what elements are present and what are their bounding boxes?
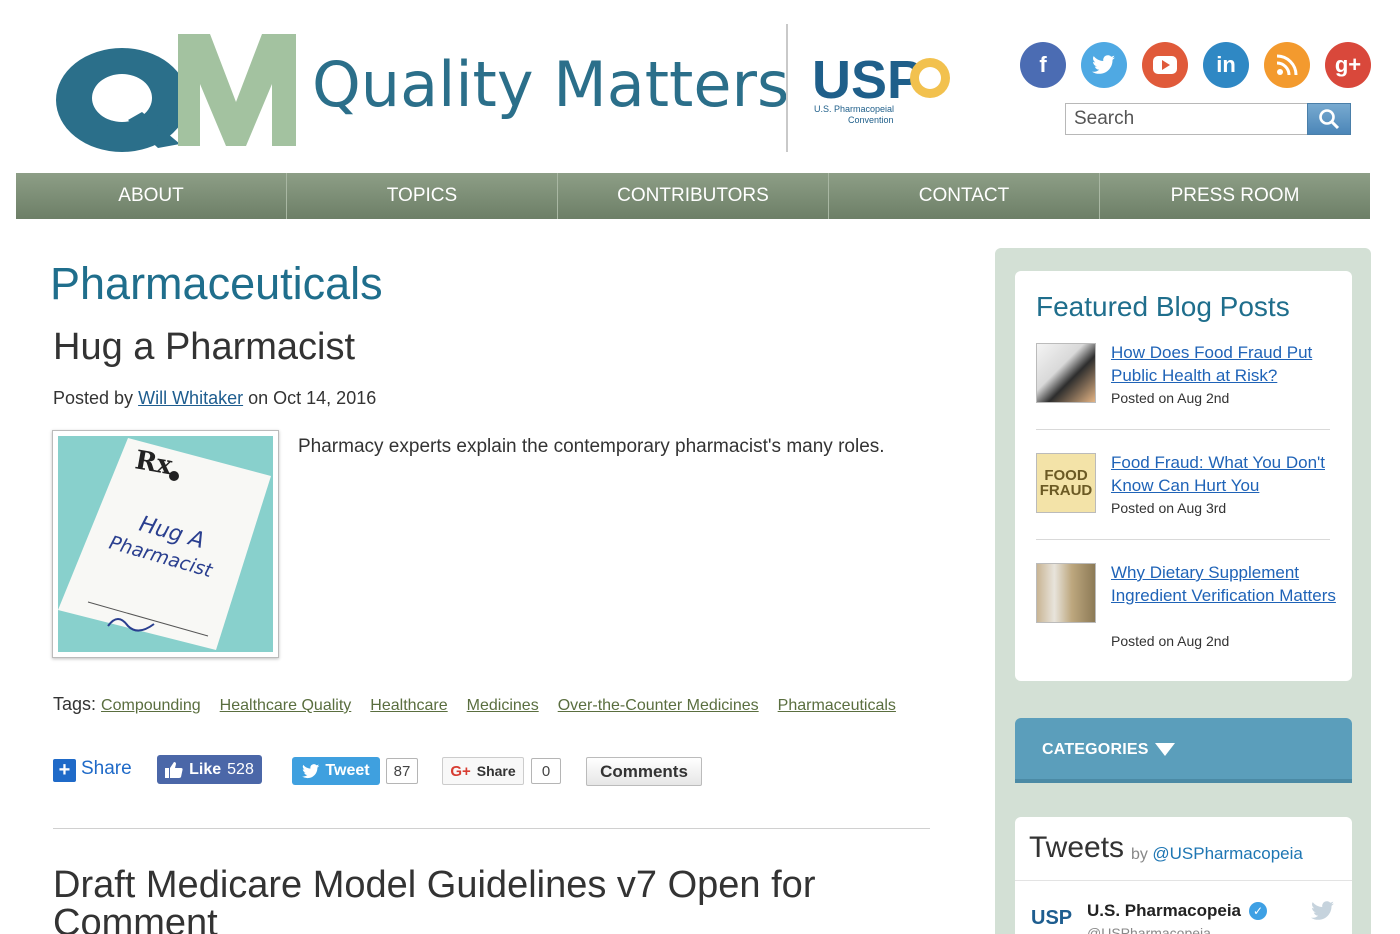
verified-icon: ✓ <box>1249 902 1267 920</box>
tag-link[interactable]: Medicines <box>467 697 539 715</box>
featured-post-link[interactable]: Why Dietary Supplement Ingredient Verifi… <box>1111 561 1336 607</box>
food-fraud-thumb-text-2: FRAUD <box>1039 482 1093 499</box>
tweet-account-name[interactable]: U.S. Pharmacopeia <box>1087 901 1241 921</box>
tweets-handle-link[interactable]: @USPharmacopeia <box>1152 844 1303 863</box>
tag-link[interactable]: Over-the-Counter Medicines <box>558 697 759 715</box>
next-post-title[interactable]: Draft Medicare Model Guidelines v7 Open … <box>53 866 933 934</box>
twitter-icon[interactable] <box>1081 42 1127 88</box>
usp-avatar[interactable]: USP <box>1031 907 1072 930</box>
nav-item-topics[interactable]: TOPICS <box>287 173 558 219</box>
googleplus-icon: G+ <box>450 762 471 780</box>
social-links: f in g+ <box>1020 42 1371 88</box>
categories-label: CATEGORIES <box>1042 741 1149 758</box>
tweets-widget: Tweets by @USPharmacopeia USP U.S. Pharm… <box>1015 817 1352 934</box>
nav-item-about[interactable]: ABOUT <box>16 173 287 219</box>
rss-icon[interactable] <box>1264 42 1310 88</box>
featured-post-date: Posted on Aug 3rd <box>1111 500 1227 516</box>
featured-post-date: Posted on Aug 2nd <box>1111 390 1230 406</box>
featured-posts-widget: Featured Blog Posts How Does Food Fraud … <box>1015 271 1352 681</box>
featured-post: How Does Food Fraud Put Public Health at… <box>1036 343 1336 413</box>
tweet-button[interactable]: Tweet <box>292 757 380 785</box>
tweets-title: Tweets <box>1029 831 1125 864</box>
tweet-label: Tweet <box>325 762 370 779</box>
nav-item-contributors[interactable]: CONTRIBUTORS <box>558 173 829 219</box>
tag-link[interactable]: Pharmaceuticals <box>778 697 896 715</box>
site-header: Quality Matters USP U.S. Pharmacopeial C… <box>0 0 1400 170</box>
header-divider <box>786 24 788 152</box>
categories-dropdown[interactable]: CATEGORIES <box>1015 718 1352 783</box>
author-link[interactable]: Will Whitaker <box>138 388 243 408</box>
search-input[interactable] <box>1065 103 1307 135</box>
featured-post-date: Posted on Aug 2nd <box>1111 633 1230 649</box>
googleplus-icon[interactable]: g+ <box>1325 42 1371 88</box>
page-title: Pharmaceuticals <box>50 258 383 309</box>
share-row: + Share Like 528 Tweet 87 G+ Share 0 Com… <box>53 754 753 786</box>
tag-link[interactable]: Healthcare <box>370 697 447 715</box>
post-divider <box>53 828 930 829</box>
usp-caption-2: Convention <box>848 115 894 125</box>
search-bar <box>1065 103 1351 135</box>
comments-button[interactable]: Comments <box>586 757 702 786</box>
date-prefix: on <box>248 388 269 408</box>
post-date: Oct 14, 2016 <box>273 388 377 408</box>
search-button[interactable] <box>1307 103 1351 135</box>
thumbnail-image: Rx Hug A Pharmacist <box>58 436 273 652</box>
posted-by-label: Posted by <box>53 388 134 408</box>
search-icon <box>1319 109 1340 130</box>
tag-link[interactable]: Healthcare Quality <box>220 697 352 715</box>
linkedin-icon[interactable]: in <box>1203 42 1249 88</box>
share-plus-icon[interactable]: + <box>53 759 76 782</box>
usp-caption-1: U.S. Pharmacopeial <box>814 104 894 114</box>
featured-post-thumbnail[interactable] <box>1036 343 1096 403</box>
googleplus-share-button[interactable]: G+ Share <box>442 757 524 785</box>
tags-label: Tags: <box>53 694 97 714</box>
tweets-divider <box>1015 880 1352 881</box>
tweet-count: 87 <box>386 758 418 784</box>
qm-logo[interactable] <box>50 22 310 152</box>
featured-post-link[interactable]: Food Fraud: What You Don't Know Can Hurt… <box>1111 451 1336 497</box>
featured-post: Why Dietary Supplement Ingredient Verifi… <box>1036 563 1336 653</box>
chevron-down-icon <box>1155 743 1175 756</box>
nav-item-contact[interactable]: CONTACT <box>829 173 1100 219</box>
facebook-like-button[interactable]: Like 528 <box>157 755 262 784</box>
featured-post-divider <box>1036 429 1330 430</box>
facebook-icon[interactable]: f <box>1020 42 1066 88</box>
share-button[interactable]: Share <box>81 758 132 780</box>
usp-logo[interactable]: USP U.S. Pharmacopeial Convention <box>812 48 962 128</box>
like-count: 528 <box>227 760 254 778</box>
featured-post-link[interactable]: How Does Food Fraud Put Public Health at… <box>1111 341 1336 387</box>
youtube-icon[interactable] <box>1142 42 1188 88</box>
thumbs-up-icon <box>165 761 183 778</box>
tweets-by-label: by <box>1131 846 1148 863</box>
svg-text:USP: USP <box>812 50 923 110</box>
featured-post-thumbnail[interactable] <box>1036 563 1096 623</box>
featured-post-divider <box>1036 539 1330 540</box>
like-label: Like <box>189 760 222 778</box>
food-fraud-thumb-text-1: FOOD <box>1044 467 1088 484</box>
nav-item-press-room[interactable]: PRESS ROOM <box>1100 173 1370 219</box>
tag-link[interactable]: Compounding <box>101 697 201 715</box>
post-title[interactable]: Hug a Pharmacist <box>53 326 355 369</box>
tweet-account-handle: @USPharmacopeia <box>1087 925 1211 934</box>
featured-post-thumbnail[interactable]: FOOD FRAUD <box>1036 453 1096 513</box>
gplus-count: 0 <box>531 758 561 784</box>
twitter-bird-icon[interactable] <box>1311 901 1335 921</box>
post-byline: Posted by Will Whitaker on Oct 14, 2016 <box>53 388 376 409</box>
main-nav: ABOUT TOPICS CONTRIBUTORS CONTACT PRESS … <box>16 173 1370 219</box>
site-title: Quality Matters <box>312 48 790 121</box>
post-tags: Tags: Compounding Healthcare Quality Hea… <box>53 694 896 715</box>
featured-post: FOOD FRAUD Food Fraud: What You Don't Kno… <box>1036 453 1336 523</box>
gplus-share-label: Share <box>476 763 516 779</box>
twitter-bird-icon <box>302 763 320 778</box>
post-excerpt: Pharmacy experts explain the contemporar… <box>298 436 885 457</box>
tweets-byline: by @USPharmacopeia <box>1131 844 1303 864</box>
post-thumbnail[interactable]: Rx Hug A Pharmacist <box>52 430 279 658</box>
featured-posts-title: Featured Blog Posts <box>1036 291 1290 322</box>
